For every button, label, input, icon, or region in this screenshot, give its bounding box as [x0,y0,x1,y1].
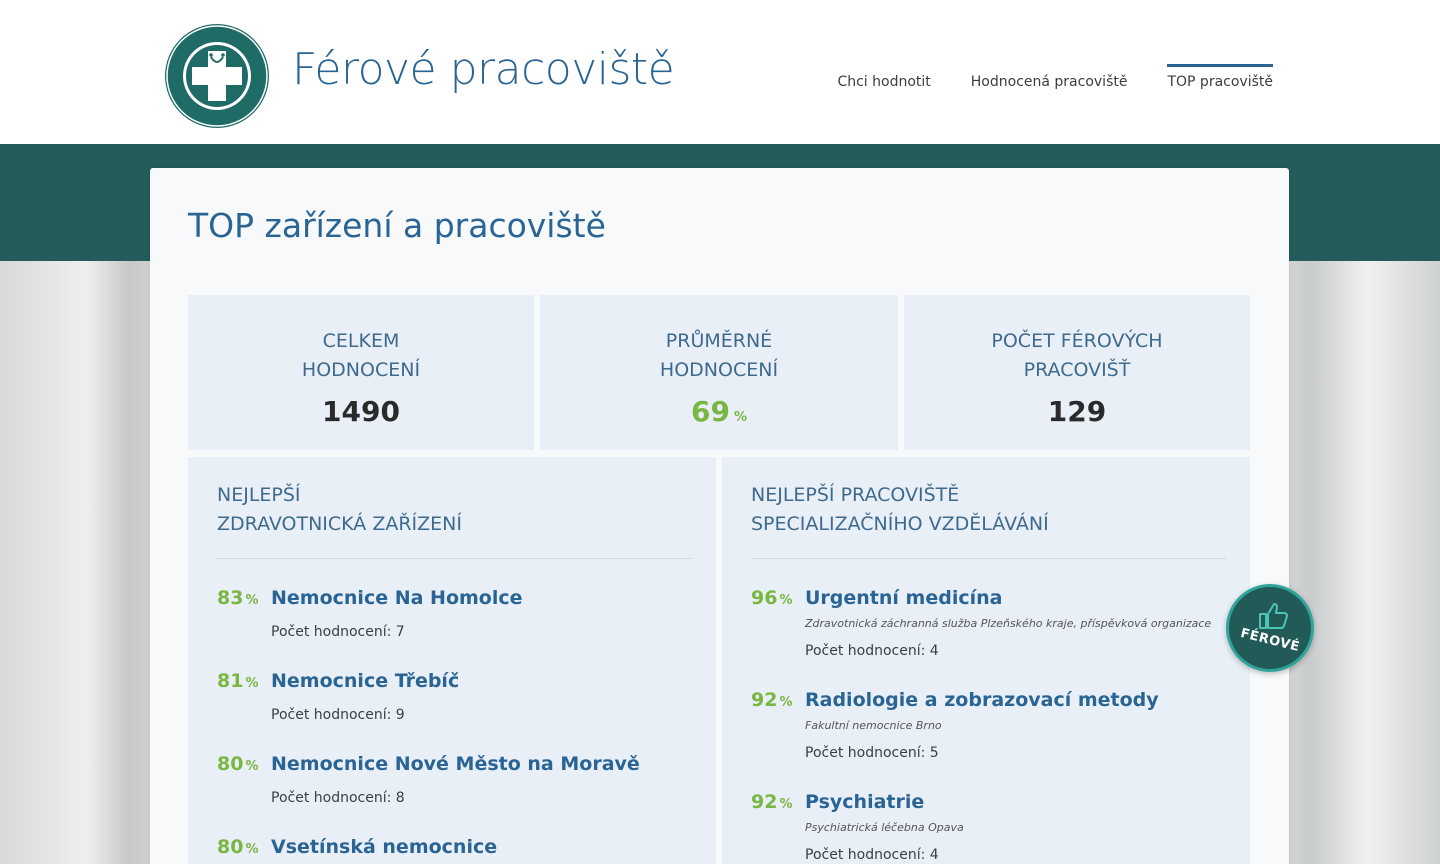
rating-percent: 92% [751,689,793,711]
rating-percent: 80% [217,753,259,775]
stat-total-ratings: CELKEM HODNOCENÍ 1490 [188,295,534,450]
content-card: TOP zařízení a pracoviště CELKEM HODNOCE… [150,168,1289,864]
stat-label: POČET FÉROVÝCH PRACOVIŠŤ [991,330,1163,381]
rating-percent: 83% [217,587,259,609]
nav-item-chci-hodnotit[interactable]: Chci hodnotit [817,0,950,144]
logo-icon[interactable] [164,23,270,129]
divider [217,558,692,559]
facility-link[interactable]: Nemocnice Třebíč [271,670,459,692]
facility-link[interactable]: Vsetínská nemocnice [271,836,497,858]
stat-label: PRŮMĚRNÉ HODNOCENÍ [659,330,779,381]
rating-count: Počet hodnocení: 4 [805,847,939,863]
thumbs-up-icon [1259,603,1288,629]
stat-fair-workplaces: POČET FÉROVÝCH PRACOVIŠŤ 129 [904,295,1250,450]
ferove-badge[interactable]: FÉROVÉ [1226,584,1314,672]
panel-best-facilities: NEJLEPŠÍ ZDRAVOTNICKÁ ZAŘÍZENÍ 83% Nemoc… [188,457,716,864]
stat-value: 69% [691,395,747,428]
nav-item-hodnocena-pracoviste[interactable]: Hodnocená pracoviště [951,0,1148,144]
panel-title: NEJLEPŠÍ ZDRAVOTNICKÁ ZAŘÍZENÍ [217,484,462,535]
facility-link[interactable]: Nemocnice Na Homolce [271,587,523,609]
rating-count: Počet hodnocení: 4 [805,643,939,659]
rating-count: Počet hodnocení: 7 [271,624,405,640]
page-title: TOP zařízení a pracoviště [188,206,606,245]
workplace-organization: Fakultní nemocnice Brno [805,719,942,732]
nav-item-top-pracoviste[interactable]: TOP pracoviště [1147,0,1273,144]
workplace-organization: Zdravotnická záchranná služba Plzeňského… [805,617,1212,630]
site-title[interactable]: Férové pracoviště [292,44,675,95]
stat-value: 129 [1047,395,1107,428]
workplace-link[interactable]: Radiologie a zobrazovací metody [805,689,1159,711]
panel-best-training-workplaces: NEJLEPŠÍ PRACOVIŠTĚ SPECIALIZAČNÍHO VZDĚ… [722,457,1250,864]
rating-percent: 92% [751,791,793,813]
facility-link[interactable]: Nemocnice Nové Město na Moravě [271,753,640,775]
workplace-link[interactable]: Urgentní medicína [805,587,1002,609]
rating-count: Počet hodnocení: 9 [271,707,405,723]
panel-title: NEJLEPŠÍ PRACOVIŠTĚ SPECIALIZAČNÍHO VZDĚ… [751,484,1049,535]
workplace-link[interactable]: Psychiatrie [805,791,924,813]
rating-count: Počet hodnocení: 8 [271,790,405,806]
rating-percent: 96% [751,587,793,609]
rating-percent: 80% [217,836,259,858]
rating-count: Počet hodnocení: 5 [805,745,939,761]
stat-value: 1490 [322,395,400,428]
stat-label: CELKEM HODNOCENÍ [301,330,421,381]
main-nav: Chci hodnotit Hodnocená pracoviště TOP p… [817,0,1273,144]
divider [751,558,1226,559]
workplace-organization: Psychiatrická léčebna Opava [805,821,964,834]
site-header: Férové pracoviště Chci hodnotit Hodnocen… [0,0,1440,144]
rating-percent: 81% [217,670,259,692]
stat-average-rating: PRŮMĚRNÉ HODNOCENÍ 69% [540,295,898,450]
